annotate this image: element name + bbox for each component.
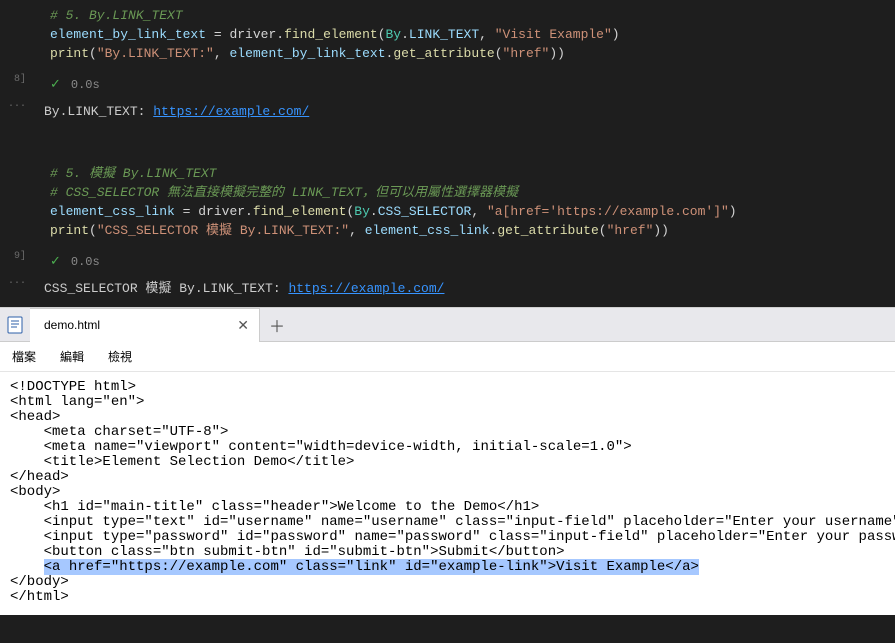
cell-gutter <box>0 158 30 248</box>
cell-execution-count: 8] <box>0 71 30 98</box>
output-label: By.LINK_TEXT: <box>44 104 153 119</box>
cell-output: ··· CSS_SELECTOR 模擬 By.LINK_TEXT: https:… <box>0 275 895 307</box>
new-tab-button[interactable]: ＋ <box>260 308 294 342</box>
success-check-icon: ✓ <box>50 77 61 92</box>
notebook-panel: # 5. By.LINK_TEXT element_by_link_text =… <box>0 0 895 307</box>
highlighted-line: <a href="https://example.com" class="lin… <box>44 559 699 575</box>
notebook-cell-1[interactable]: # 5. By.LINK_TEXT element_by_link_text =… <box>0 0 895 71</box>
cell-output: ··· By.LINK_TEXT: https://example.com/ <box>0 98 895 130</box>
notepad-icon <box>0 308 30 342</box>
cell-status-row: 9] ✓ 0.0s <box>0 248 895 275</box>
code-editor[interactable]: # 5. By.LINK_TEXT element_by_link_text =… <box>42 4 895 67</box>
output-link[interactable]: https://example.com/ <box>153 104 309 119</box>
notebook-cell-2[interactable]: # 5. 模擬 By.LINK_TEXT # CSS_SELECTOR 無法直接… <box>0 158 895 248</box>
menu-edit[interactable]: 編輯 <box>60 348 84 365</box>
editor-menubar: 檔案 編輯 檢視 <box>0 342 895 372</box>
menu-file[interactable]: 檔案 <box>12 348 36 365</box>
output-link[interactable]: https://example.com/ <box>288 281 444 296</box>
execution-time: 0.0s <box>71 78 100 92</box>
output-label: CSS_SELECTOR 模擬 By.LINK_TEXT: <box>44 281 288 296</box>
code-comment: # 5. By.LINK_TEXT <box>50 8 183 23</box>
editor-tab[interactable]: demo.html ✕ <box>30 308 260 342</box>
tab-title: demo.html <box>44 318 100 332</box>
close-icon[interactable]: ✕ <box>237 317 249 334</box>
success-check-icon: ✓ <box>50 254 61 269</box>
cell-status-row: 8] ✓ 0.0s <box>0 71 895 98</box>
editor-tabbar: demo.html ✕ ＋ <box>0 308 895 342</box>
execution-time: 0.0s <box>71 255 100 269</box>
cell-gutter <box>0 0 30 71</box>
text-editor-window: demo.html ✕ ＋ 檔案 編輯 檢視 <!DOCTYPE html> <… <box>0 307 895 615</box>
editor-text-area[interactable]: <!DOCTYPE html> <html lang="en"> <head> … <box>0 372 895 615</box>
cell-execution-count: 9] <box>0 248 30 275</box>
code-editor[interactable]: # 5. 模擬 By.LINK_TEXT # CSS_SELECTOR 無法直接… <box>42 162 895 244</box>
menu-view[interactable]: 檢視 <box>108 348 132 365</box>
